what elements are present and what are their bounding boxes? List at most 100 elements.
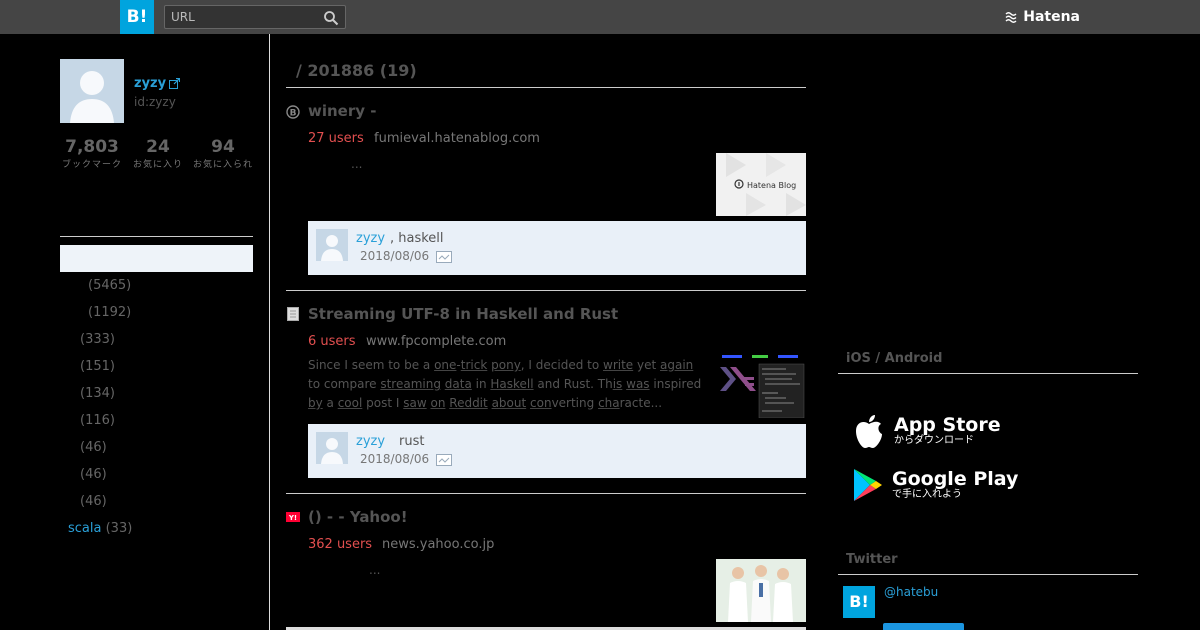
entry-domain[interactable]: fumieval.hatenablog.com (374, 131, 540, 146)
comment-date[interactable]: 2018/08/06 (360, 452, 429, 466)
keyword-link[interactable]: con (530, 396, 552, 410)
tag-item[interactable]: (134) (80, 386, 115, 401)
tag-item[interactable]: (46) (80, 440, 107, 455)
keyword-link[interactable]: about (492, 396, 527, 410)
title-rule (286, 87, 806, 88)
desc-text: post I (362, 396, 404, 410)
keyword-link[interactable]: data (445, 377, 472, 391)
hatena-bookmark-logo[interactable]: B! (120, 0, 154, 34)
keyword-link[interactable]: Haskell (490, 377, 533, 391)
entry-description: ... (351, 157, 363, 171)
comment-date[interactable]: 2018/08/06 (360, 249, 429, 263)
stat-followers[interactable]: 94 お気に入られ (192, 137, 254, 170)
desc-text: and Rust. Th (533, 377, 613, 391)
bookmark-comment: zyzy , haskell 2018/08/06 (308, 221, 806, 275)
keyword-link[interactable]: cool (338, 396, 363, 410)
comment-tags: rust (399, 434, 425, 449)
search-icon[interactable] (323, 10, 339, 26)
entry-users-count[interactable]: 362 users (308, 537, 372, 552)
stat-favorites[interactable]: 24 お気に入り (130, 137, 186, 170)
desc-text: to compare (308, 377, 381, 391)
desc-text: yet (633, 358, 661, 372)
tag-item[interactable]: (116) (80, 413, 115, 428)
google-play-icon (854, 469, 882, 501)
keyword-link[interactable]: on (430, 396, 445, 410)
tag-item[interactable]: (151) (80, 359, 115, 374)
keyword-link[interactable]: pony (491, 358, 521, 372)
entry-title[interactable]: winery - (308, 102, 376, 120)
svg-text:B: B (290, 109, 297, 119)
entry-title[interactable]: () - - Yahoo! (308, 508, 408, 526)
top-bar: B! Hatena (0, 0, 1200, 34)
comment-user[interactable]: zyzy (356, 231, 385, 246)
entry-title[interactable]: Streaming UTF-8 in Haskell and Rust (308, 305, 618, 323)
comment-user[interactable]: zyzy (356, 434, 385, 449)
default-user-icon (321, 438, 343, 464)
tag-item[interactable]: (333) (80, 332, 115, 347)
page-capture-icon[interactable] (436, 454, 452, 466)
desc-text: Since I seem to be a (308, 358, 435, 372)
keyword-link[interactable]: one (434, 358, 456, 372)
entry-users-count[interactable]: 27 users (308, 131, 364, 146)
keyword-link[interactable]: cha (598, 396, 620, 410)
entry-users-count[interactable]: 6 users (308, 334, 356, 349)
desc-text: a (322, 396, 338, 410)
comment-avatar[interactable] (316, 229, 348, 261)
external-link-icon[interactable] (169, 78, 180, 89)
tag-item-scala[interactable]: scala (33) (68, 521, 132, 536)
keyword-link[interactable]: is (613, 377, 623, 391)
app-store-badge[interactable]: App Store からダウンロード (852, 412, 1001, 450)
profile-name[interactable]: zyzy (134, 76, 166, 91)
google-play-subtitle: で手に入れよう (892, 489, 962, 500)
entry-description: ... (369, 563, 381, 577)
tag-item[interactable]: (5465) (88, 278, 131, 293)
url-search-box[interactable] (164, 5, 346, 29)
bookmark-comment: zyzy rust 2018/08/06 (308, 424, 806, 478)
tag-item[interactable]: (46) (80, 494, 107, 509)
hatebu-twitter-avatar[interactable]: B! (843, 586, 875, 618)
desc-text: verting (551, 396, 599, 410)
tag-count: (5465) (88, 278, 132, 293)
entry-domain[interactable]: www.fpcomplete.com (366, 334, 506, 349)
hatena-brand-link[interactable]: Hatena (1005, 0, 1080, 34)
stat-label: お気に入り (132, 160, 183, 170)
profile-avatar[interactable] (60, 59, 124, 123)
entry-thumbnail[interactable]: Hatena Blog (716, 153, 806, 216)
keyword-link[interactable]: was (626, 377, 649, 391)
tag-count: (333) (80, 332, 115, 347)
entry-description: Since I seem to be a one-trick pony, I d… (308, 356, 706, 413)
keyword-link[interactable]: saw (403, 396, 426, 410)
entry-thumbnail[interactable] (716, 355, 806, 418)
keyword-link[interactable]: trick (461, 358, 488, 372)
hatena-blog-thumbnail-image: Hatena Blog (726, 153, 806, 216)
site-favicon-icon: B (286, 105, 300, 119)
sidebar-item-all[interactable] (60, 245, 253, 272)
keyword-link[interactable]: Reddit (449, 396, 487, 410)
stat-label: お気に入られ (192, 160, 253, 170)
stat-label: ブックマーク (62, 160, 123, 170)
desc-text: racte... (619, 396, 663, 410)
tag-item[interactable]: (1192) (88, 305, 131, 320)
yahoo-favicon-icon: Y! (286, 512, 300, 522)
comment-avatar[interactable] (316, 432, 348, 464)
app-store-subtitle: からダウンロード (894, 435, 974, 446)
google-play-badge[interactable]: Google Play で手に入れよう (852, 468, 1018, 502)
keyword-link[interactable]: write (603, 358, 633, 372)
tag-item[interactable]: (46) (80, 467, 107, 482)
keyword-link[interactable]: by (308, 396, 323, 410)
entry-thumbnail[interactable] (716, 559, 806, 622)
tag-count: (46) (80, 440, 107, 455)
keyword-link[interactable]: streaming (380, 377, 441, 391)
google-play-title: Google Play (892, 468, 1019, 490)
keyword-link[interactable]: again (660, 358, 693, 372)
sidebar-rule (60, 236, 253, 237)
stat-bookmarks[interactable]: 7,803 ブックマーク (62, 137, 122, 170)
tag-count: (46) (80, 467, 107, 482)
twitter-follow-button[interactable] (883, 623, 964, 630)
page-capture-icon[interactable] (436, 251, 452, 263)
entry-domain[interactable]: news.yahoo.co.jp (382, 537, 494, 552)
twitter-handle[interactable]: @hatebu (884, 585, 938, 599)
sidebar-divider (269, 34, 270, 630)
url-search-input[interactable] (171, 9, 311, 25)
hatena-mark-icon (1005, 12, 1017, 23)
